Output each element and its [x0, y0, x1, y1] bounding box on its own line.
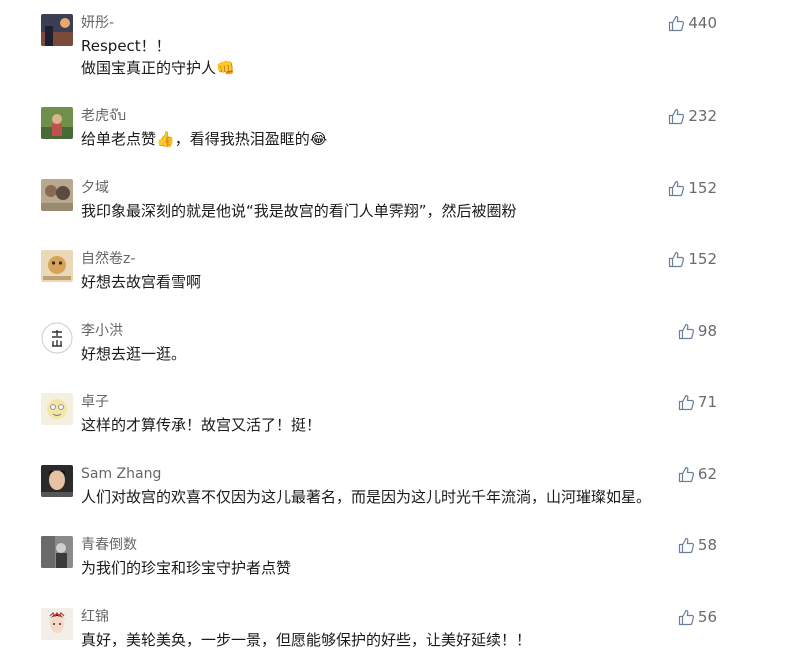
comment-text: 为我们的珍宝和珍宝守护者点赞: [81, 559, 292, 577]
fist-emoji-icon: 👊: [216, 59, 235, 77]
like-count: 62: [697, 465, 717, 483]
comment-text: 这样的才算传承！故宫又活了！挺！: [81, 416, 322, 434]
comment-item: 李小洪 好想去逛一逛。 98: [0, 322, 794, 382]
comment-username[interactable]: 妍彤-: [81, 13, 114, 33]
thumbs-up-emoji-icon: 👍: [156, 130, 175, 148]
comment-text: Respect！！: [81, 37, 171, 55]
comment-username[interactable]: 自然卷z-: [81, 249, 135, 269]
comment-item: 自然卷z- 好想去故宫看雪啊 152: [0, 250, 794, 310]
like-count: 58: [697, 536, 717, 554]
comment-item: Sam Zhang 人们对故宫的欢喜不仅因为这儿最著名，而是因为这儿时光千年流淌…: [0, 465, 794, 525]
comment-item: 红锦 真好，美轮美奂，一步一景，但愿能够保护的好些，让美好延续！！ 56: [0, 608, 794, 668]
comment-text: 我印象最深刻的就是他说“我是故宫的看门人单霁翔”，然后被圈粉: [81, 202, 517, 220]
like-button[interactable]: 152: [668, 178, 717, 198]
comment-username[interactable]: 青春倒数: [81, 535, 137, 555]
like-button[interactable]: 56: [678, 607, 717, 627]
comment-text: 人们对故宫的欢喜不仅因为这儿最著名，而是因为这儿时光千年流淌，山河璀璨如星。: [81, 488, 652, 506]
tears-of-joy-emoji-icon: 😂: [309, 130, 328, 148]
like-count: 152: [688, 250, 717, 268]
like-button[interactable]: 62: [678, 464, 717, 484]
avatar[interactable]: [41, 250, 73, 282]
avatar[interactable]: [41, 322, 73, 354]
comment-item: 老虎จ๊บ 给单老点赞👍，看得我热泪盈眶的😂 232: [0, 107, 794, 167]
comment-username[interactable]: 夕域: [81, 178, 109, 198]
like-count: 98: [697, 322, 717, 340]
like-count: 232: [688, 107, 717, 125]
avatar[interactable]: [41, 14, 73, 46]
like-count: 440: [688, 14, 717, 32]
avatar[interactable]: [41, 608, 73, 640]
thumbs-up-icon: [678, 537, 694, 553]
thumbs-up-icon: [669, 108, 685, 124]
like-button[interactable]: 98: [678, 321, 717, 341]
comment-item: 青春倒数 为我们的珍宝和珍宝守护者点赞 58: [0, 536, 794, 596]
thumbs-up-icon: [669, 15, 685, 31]
thumbs-up-icon: [678, 609, 694, 625]
comment-text: 做国宝真正的守护人👊: [81, 59, 235, 77]
comment-item: 卓子 这样的才算传承！故宫又活了！挺！ 71: [0, 393, 794, 453]
comment-username[interactable]: 卓子: [81, 392, 109, 412]
like-button[interactable]: 71: [678, 392, 717, 412]
comment-text: 好想去逛一逛。: [81, 345, 187, 363]
comment-text: 真好，美轮美奂，一步一景，但愿能够保护的好些，让美好延续！！: [81, 631, 532, 649]
comment-username[interactable]: 老虎จ๊บ: [81, 106, 126, 126]
thumbs-up-icon: [669, 251, 685, 267]
avatar[interactable]: [41, 107, 73, 139]
like-button[interactable]: 232: [668, 106, 717, 126]
like-button[interactable]: 152: [668, 249, 717, 269]
avatar[interactable]: [41, 465, 73, 497]
like-count: 56: [697, 608, 717, 626]
like-count: 71: [697, 393, 717, 411]
avatar[interactable]: [41, 393, 73, 425]
comment-text: 好想去故宫看雪啊: [81, 273, 202, 291]
thumbs-up-icon: [678, 466, 694, 482]
like-button[interactable]: 58: [678, 535, 717, 555]
thumbs-up-icon: [669, 180, 685, 196]
comment-username[interactable]: 红锦: [81, 607, 109, 627]
thumbs-up-icon: [678, 394, 694, 410]
comment-item: 妍彤- Respect！！ 做国宝真正的守护人👊 440: [0, 13, 794, 77]
comment-username[interactable]: Sam Zhang: [81, 464, 161, 484]
like-button[interactable]: 440: [668, 13, 717, 33]
comment-text: 给单老点赞👍，看得我热泪盈眶的😂: [81, 130, 328, 148]
thumbs-up-icon: [678, 323, 694, 339]
comment-username[interactable]: 李小洪: [81, 321, 123, 341]
comment-item: 夕域 我印象最深刻的就是他说“我是故宫的看门人单霁翔”，然后被圈粉 152: [0, 179, 794, 239]
avatar[interactable]: [41, 536, 73, 568]
avatar[interactable]: [41, 179, 73, 211]
like-count: 152: [688, 179, 717, 197]
